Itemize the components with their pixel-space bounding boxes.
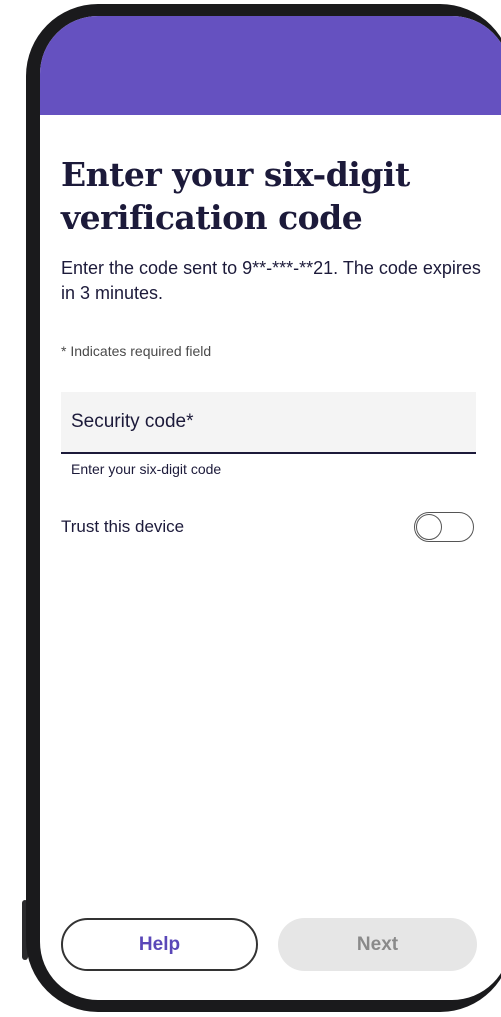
page-title: Enter your six-digit verification code (61, 155, 410, 237)
top-header-bar (40, 16, 501, 115)
page-description: Enter the code sent to 9**-***-**21. The… (61, 258, 481, 303)
security-code-input[interactable]: Security code* (61, 392, 476, 454)
trust-device-label: Trust this device (61, 517, 185, 536)
phone-screen: Enter your six-digit verification code E… (40, 16, 501, 1000)
help-button[interactable]: Help (61, 918, 258, 971)
next-button[interactable]: Next (278, 918, 477, 971)
security-code-helper-text: Enter your six-digit code (71, 461, 222, 477)
security-code-label: Security code* (71, 411, 194, 432)
required-field-note: * Indicates required field (61, 343, 212, 359)
trust-device-toggle[interactable] (414, 512, 474, 542)
toggle-knob (416, 514, 442, 540)
